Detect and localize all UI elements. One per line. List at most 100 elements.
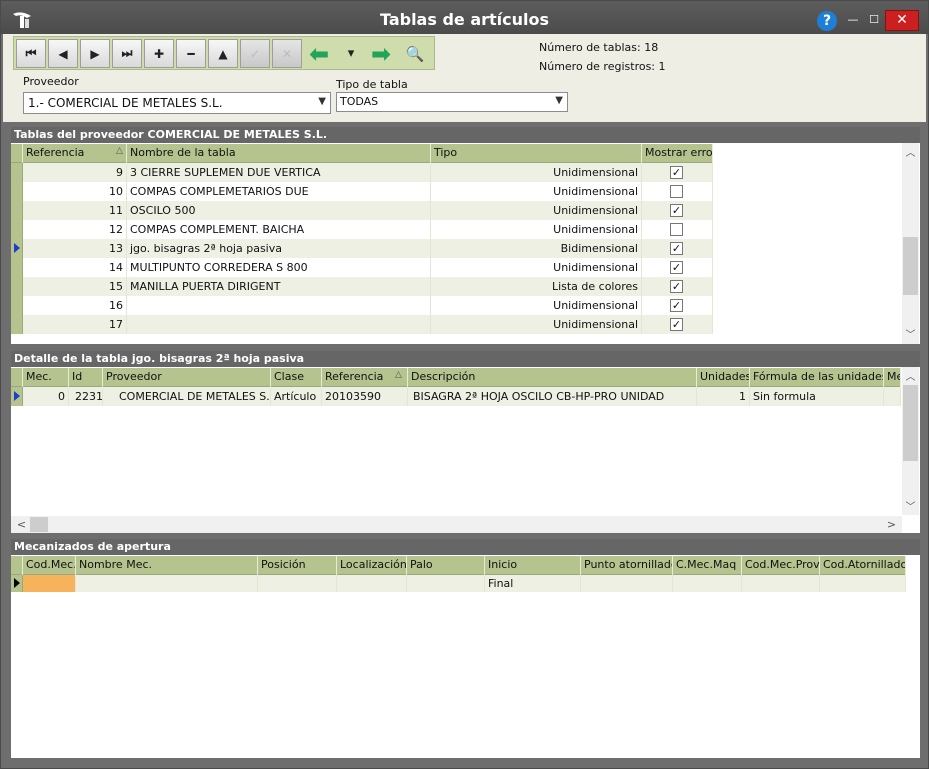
table-row[interactable]: 0 2231 COMERCIAL DE METALES S.L. Artícul… bbox=[11, 387, 901, 406]
row-indicator[interactable] bbox=[11, 315, 23, 334]
col-proveedor[interactable]: Proveedor bbox=[103, 368, 271, 387]
cell-inicio[interactable]: Final bbox=[485, 575, 581, 592]
table-row[interactable]: 14 MULTIPUNTO CORREDERA S 800 Unidimensi… bbox=[11, 258, 713, 277]
table-row[interactable]: 12 COMPAS COMPLEMENT. BAICHA Unidimensio… bbox=[11, 220, 713, 239]
col-id[interactable]: Id bbox=[69, 368, 103, 387]
search-button[interactable]: 🔍 bbox=[400, 39, 430, 68]
cell-nombre[interactable] bbox=[127, 315, 431, 334]
col-localizacion[interactable]: Localización bbox=[337, 556, 407, 575]
scroll-down-icon[interactable]: ﹀ bbox=[902, 499, 919, 516]
col-inicio[interactable]: Inicio bbox=[485, 556, 581, 575]
col-nombre-mec[interactable]: Nombre Mec. bbox=[76, 556, 258, 575]
first-record-button[interactable]: ⏮ bbox=[16, 39, 46, 68]
scroll-left-icon[interactable]: < bbox=[13, 516, 30, 533]
history-dropdown-button[interactable]: ▾ bbox=[336, 39, 366, 68]
confirm-button[interactable]: ✓ bbox=[240, 39, 270, 68]
col-mec[interactable]: Mec. bbox=[23, 368, 69, 387]
col-cod-mec-prov[interactable]: Cod.Mec.Prov. bbox=[742, 556, 820, 575]
cell-clase[interactable]: Artículo bbox=[271, 387, 322, 406]
cell-tipo[interactable]: Bidimensional bbox=[431, 239, 642, 258]
cell-id[interactable]: 2231 bbox=[69, 387, 103, 406]
scroll-thumb[interactable] bbox=[903, 385, 918, 461]
cell-tipo[interactable]: Unidimensional bbox=[431, 182, 642, 201]
row-indicator[interactable] bbox=[11, 182, 23, 201]
close-button[interactable]: ✕ bbox=[885, 10, 919, 31]
forward-button[interactable]: ➡ bbox=[366, 39, 396, 68]
col-tipo[interactable]: Tipo bbox=[431, 144, 642, 163]
cell-nombre[interactable]: 3 CIERRE SUPLEMEN DUE VERTICA bbox=[127, 163, 431, 182]
minimize-button[interactable]: — bbox=[843, 10, 863, 30]
table-row[interactable]: Final bbox=[11, 575, 906, 592]
col-unidades[interactable]: Unidades bbox=[697, 368, 750, 387]
show-error-checkbox[interactable]: ✓ bbox=[670, 242, 683, 255]
row-indicator[interactable] bbox=[11, 277, 23, 296]
delete-record-button[interactable]: ━ bbox=[176, 39, 206, 68]
cell-referencia[interactable]: 17 bbox=[23, 315, 127, 334]
cell-cod-mec[interactable] bbox=[23, 575, 76, 592]
col-nombre[interactable]: Nombre de la tabla bbox=[127, 144, 431, 163]
cell-nombre[interactable]: COMPAS COMPLEMETARIOS DUE bbox=[127, 182, 431, 201]
help-button[interactable]: ? bbox=[817, 11, 837, 31]
cell-punto-atornillado[interactable] bbox=[581, 575, 673, 592]
col-cod-atornillado[interactable]: Cod.Atornillado bbox=[820, 556, 906, 575]
cell-nombre[interactable]: MANILLA PUERTA DIRIGENT bbox=[127, 277, 431, 296]
col-cod-mec[interactable]: Cod.Mec. bbox=[23, 556, 76, 575]
show-error-checkbox[interactable]: ✓ bbox=[670, 261, 683, 274]
cell-referencia[interactable]: 11 bbox=[23, 201, 127, 220]
show-error-checkbox[interactable]: ✓ bbox=[670, 280, 683, 293]
col-mostrar-error[interactable]: Mostrar error bbox=[642, 144, 713, 163]
col-formula[interactable]: Fórmula de las unidades bbox=[750, 368, 884, 387]
cell-unidades[interactable]: 1 bbox=[697, 387, 750, 406]
row-indicator[interactable] bbox=[11, 258, 23, 277]
cell-referencia[interactable]: 15 bbox=[23, 277, 127, 296]
scroll-thumb[interactable] bbox=[903, 237, 918, 295]
row-indicator[interactable] bbox=[11, 387, 23, 406]
cell-tipo[interactable]: Unidimensional bbox=[431, 296, 642, 315]
table-row[interactable]: 13 jgo. bisagras 2ª hoja pasiva Bidimens… bbox=[11, 239, 713, 258]
cell-nombre[interactable]: COMPAS COMPLEMENT. BAICHA bbox=[127, 220, 431, 239]
table-row[interactable]: 16 Unidimensional ✓ bbox=[11, 296, 713, 315]
row-indicator[interactable] bbox=[11, 220, 23, 239]
cell-nombre[interactable]: OSCILO 500 bbox=[127, 201, 431, 220]
table-row[interactable]: 9 3 CIERRE SUPLEMEN DUE VERTICA Unidimen… bbox=[11, 163, 713, 182]
show-error-checkbox[interactable] bbox=[670, 185, 683, 198]
cell-c-mec-maq[interactable] bbox=[673, 575, 742, 592]
scroll-right-icon[interactable]: > bbox=[883, 516, 900, 533]
back-button[interactable]: ⬅ bbox=[304, 39, 334, 68]
cell-tipo[interactable]: Unidimensional bbox=[431, 163, 642, 182]
cell-referencia[interactable]: 10 bbox=[23, 182, 127, 201]
cancel-edit-button[interactable]: ✕ bbox=[272, 39, 302, 68]
show-error-checkbox[interactable]: ✓ bbox=[670, 204, 683, 217]
cell-referencia[interactable]: 16 bbox=[23, 296, 127, 315]
cell-tipo[interactable]: Unidimensional bbox=[431, 201, 642, 220]
scroll-up-icon[interactable]: ︿ bbox=[902, 369, 919, 386]
table-row[interactable]: 15 MANILLA PUERTA DIRIGENT Lista de colo… bbox=[11, 277, 713, 296]
tipo-select[interactable]: TODAS ▼ bbox=[336, 92, 568, 112]
cell-tipo[interactable]: Unidimensional bbox=[431, 315, 642, 334]
cell-descripcion[interactable]: BISAGRA 2ª HOJA OSCILO CB-HP-PRO UNIDAD bbox=[408, 387, 697, 406]
col-palo[interactable]: Palo bbox=[407, 556, 485, 575]
cell-referencia[interactable]: 14 bbox=[23, 258, 127, 277]
tables-vertical-scrollbar[interactable]: ︿ ﹀ bbox=[902, 143, 919, 344]
col-posicion[interactable]: Posición bbox=[258, 556, 337, 575]
table-row[interactable]: 11 OSCILO 500 Unidimensional ✓ bbox=[11, 201, 713, 220]
show-error-checkbox[interactable]: ✓ bbox=[670, 299, 683, 312]
cell-nombre[interactable]: MULTIPUNTO CORREDERA S 800 bbox=[127, 258, 431, 277]
col-c-mec-maq[interactable]: C.Mec.Maq bbox=[673, 556, 742, 575]
col-clase[interactable]: Clase bbox=[271, 368, 322, 387]
add-record-button[interactable]: ✚ bbox=[144, 39, 174, 68]
cell-nombre[interactable] bbox=[127, 296, 431, 315]
cell-more[interactable] bbox=[884, 387, 901, 406]
edit-record-button[interactable]: ▲ bbox=[208, 39, 238, 68]
cell-nombre[interactable]: jgo. bisagras 2ª hoja pasiva bbox=[127, 239, 431, 258]
row-indicator[interactable] bbox=[11, 163, 23, 182]
cell-tipo[interactable]: Unidimensional bbox=[431, 258, 642, 277]
cell-posicion[interactable] bbox=[258, 575, 337, 592]
row-indicator[interactable] bbox=[11, 575, 23, 592]
detail-vertical-scrollbar[interactable]: ︿ ﹀ bbox=[902, 367, 919, 515]
row-indicator[interactable] bbox=[11, 239, 23, 258]
cell-proveedor[interactable]: COMERCIAL DE METALES S.L. bbox=[103, 387, 271, 406]
cell-referencia[interactable]: 13 bbox=[23, 239, 127, 258]
table-row[interactable]: 17 Unidimensional ✓ bbox=[11, 315, 713, 334]
scroll-thumb[interactable] bbox=[30, 517, 48, 532]
